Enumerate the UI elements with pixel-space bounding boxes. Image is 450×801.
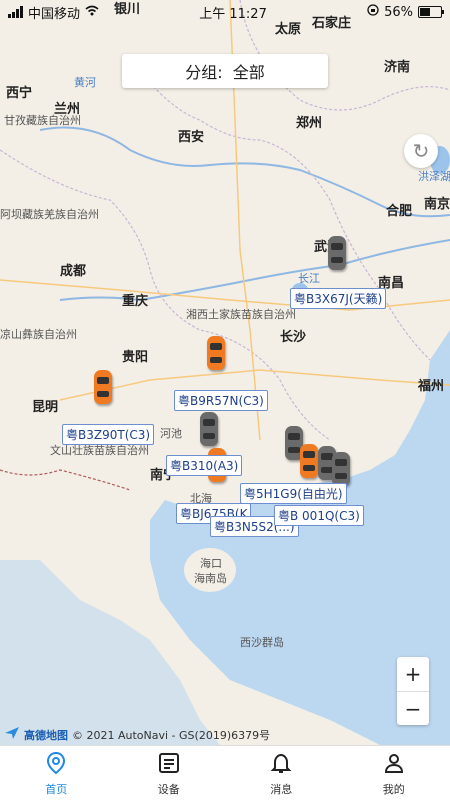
- map-label: 长江: [298, 270, 320, 286]
- map-label: 湘西土家族苗族自治州: [186, 306, 296, 322]
- map-label: 南京: [424, 193, 450, 212]
- tab-bar: 首页 设备 消息 我的: [0, 745, 450, 801]
- vehicle-marker[interactable]: [94, 370, 112, 404]
- map-label: 西宁: [6, 82, 32, 101]
- map-label: 阿坝藏族羌族自治州: [0, 206, 99, 222]
- clock: 上午 11:27: [199, 3, 267, 22]
- vehicle-marker[interactable]: [200, 412, 218, 446]
- device-list-icon: [157, 751, 181, 779]
- tab-label: 首页: [45, 781, 67, 797]
- attribution-text: © 2021 AutoNavi - GS(2019)6379号: [72, 727, 270, 743]
- map-label: 成都: [60, 260, 86, 279]
- map-label: 黄河: [74, 74, 96, 90]
- map-label: 海南岛: [194, 570, 227, 586]
- group-selector[interactable]: 分组: 全部: [122, 54, 328, 88]
- map-label: 河池: [160, 425, 182, 441]
- map-view[interactable]: 银川 太原 石家庄 济南 西宁 兰州 郑州 西安 合肥 南京 武汉 成都 重庆 …: [0, 0, 450, 745]
- group-label: 分组:: [185, 59, 222, 83]
- tab-label: 设备: [158, 781, 180, 797]
- vehicle-marker[interactable]: [332, 452, 350, 486]
- amap-logo-icon: [4, 726, 20, 743]
- zoom-out-button[interactable]: −: [397, 691, 429, 726]
- vehicle-plate-label[interactable]: 粤B3Z90T(C3): [62, 424, 154, 445]
- amap-logo-text: 高德地图: [24, 727, 68, 743]
- battery-icon: [418, 6, 442, 18]
- map-label: 福州: [418, 375, 444, 394]
- carrier-name: 中国移动: [28, 3, 80, 22]
- vehicle-plate-label[interactable]: 粤B9R57N(C3): [174, 390, 268, 411]
- map-label: 西沙群岛: [240, 634, 284, 650]
- zoom-in-button[interactable]: +: [397, 657, 429, 691]
- tab-label: 消息: [270, 781, 292, 797]
- location-pin-icon: [44, 751, 68, 779]
- map-label: 郑州: [296, 112, 322, 131]
- refresh-icon: ↻: [413, 139, 430, 163]
- vehicle-plate-label[interactable]: 粤5H1G9(自由光): [240, 483, 347, 504]
- tab-home[interactable]: 首页: [0, 746, 113, 801]
- vehicle-plate-label[interactable]: 粤B 001Q(C3): [274, 505, 364, 526]
- battery-percent: 56%: [384, 5, 413, 20]
- vehicle-marker[interactable]: [207, 336, 225, 370]
- map-label: 西安: [178, 126, 204, 145]
- map-label: 海口: [200, 555, 222, 571]
- tab-profile[interactable]: 我的: [338, 746, 450, 801]
- map-label: 合肥: [386, 200, 412, 219]
- map-label: 济南: [384, 56, 410, 75]
- vehicle-marker[interactable]: [328, 236, 346, 270]
- status-bar: 中国移动 上午 11:27 56%: [0, 0, 450, 24]
- map-label: 重庆: [122, 290, 148, 309]
- vehicle-plate-label[interactable]: 粤B3X67J(天籁): [290, 288, 386, 309]
- map-label: 昆明: [32, 396, 58, 415]
- map-label: 贵阳: [122, 346, 148, 365]
- vehicle-marker[interactable]: [300, 444, 318, 478]
- map-attribution: 高德地图 © 2021 AutoNavi - GS(2019)6379号: [4, 726, 270, 743]
- tab-messages[interactable]: 消息: [225, 746, 338, 801]
- zoom-control: + −: [397, 657, 429, 725]
- user-icon: [382, 751, 406, 779]
- wifi-icon: [85, 5, 99, 20]
- tab-devices[interactable]: 设备: [113, 746, 226, 801]
- group-value: 全部: [233, 59, 265, 83]
- refresh-button[interactable]: ↻: [404, 134, 438, 168]
- map-label: 长沙: [280, 326, 306, 345]
- tab-label: 我的: [383, 781, 405, 797]
- vehicle-plate-label[interactable]: 粤B310(A3): [166, 455, 242, 476]
- bell-icon: [269, 751, 293, 779]
- signal-icon: [8, 6, 23, 18]
- orientation-lock-icon: [367, 4, 379, 20]
- map-label: 洪泽湖: [418, 168, 450, 184]
- map-label: 甘孜藏族自治州: [4, 112, 81, 128]
- map-label: 凉山彝族自治州: [0, 326, 77, 342]
